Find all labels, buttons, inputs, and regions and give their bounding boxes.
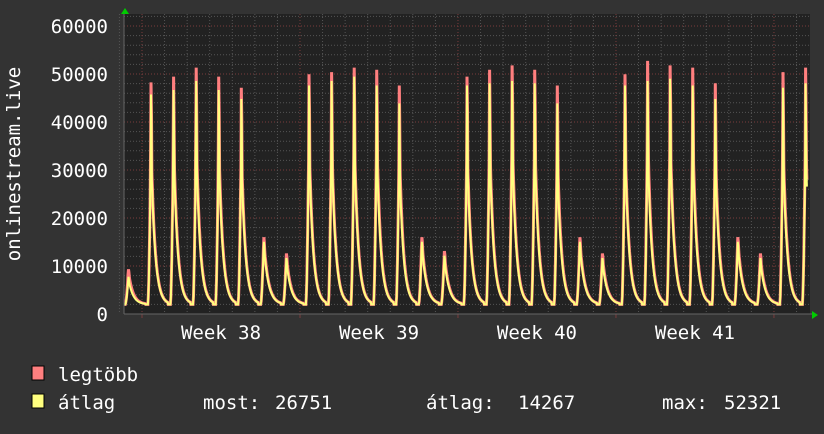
y-axis-title: onlinestream.live bbox=[3, 67, 25, 261]
y-tick-label: 40000 bbox=[51, 112, 108, 134]
stat-now-label: most: bbox=[203, 392, 260, 414]
y-tick-label: 50000 bbox=[51, 64, 108, 86]
traffic-chart: 0 10000 20000 30000 40000 50000 60000 Week 38 W… bbox=[0, 0, 824, 430]
legend-swatch-max bbox=[31, 365, 45, 381]
stat-max-label: max: bbox=[662, 392, 708, 414]
x-tick-label: Week 41 bbox=[655, 322, 735, 344]
y-tick-label: 30000 bbox=[51, 160, 108, 182]
y-tick-label: 10000 bbox=[51, 256, 108, 278]
x-tick-label: Week 39 bbox=[339, 322, 419, 344]
legend-label-avg: átlag bbox=[58, 392, 115, 414]
stat-avg-label: átlag: bbox=[426, 392, 495, 414]
legend-swatch-avg bbox=[31, 393, 45, 409]
stat-avg-value: 14267 bbox=[518, 392, 575, 414]
y-tick-label: 0 bbox=[97, 304, 108, 326]
stat-now-value: 26751 bbox=[275, 392, 332, 414]
legend-label-max: legtöbb bbox=[58, 364, 138, 386]
y-tick-label: 20000 bbox=[51, 208, 108, 230]
x-tick-label: Week 40 bbox=[497, 322, 577, 344]
y-tick-label: 60000 bbox=[51, 16, 108, 38]
stat-max-value: 52321 bbox=[724, 392, 781, 414]
x-tick-label: Week 38 bbox=[181, 322, 261, 344]
